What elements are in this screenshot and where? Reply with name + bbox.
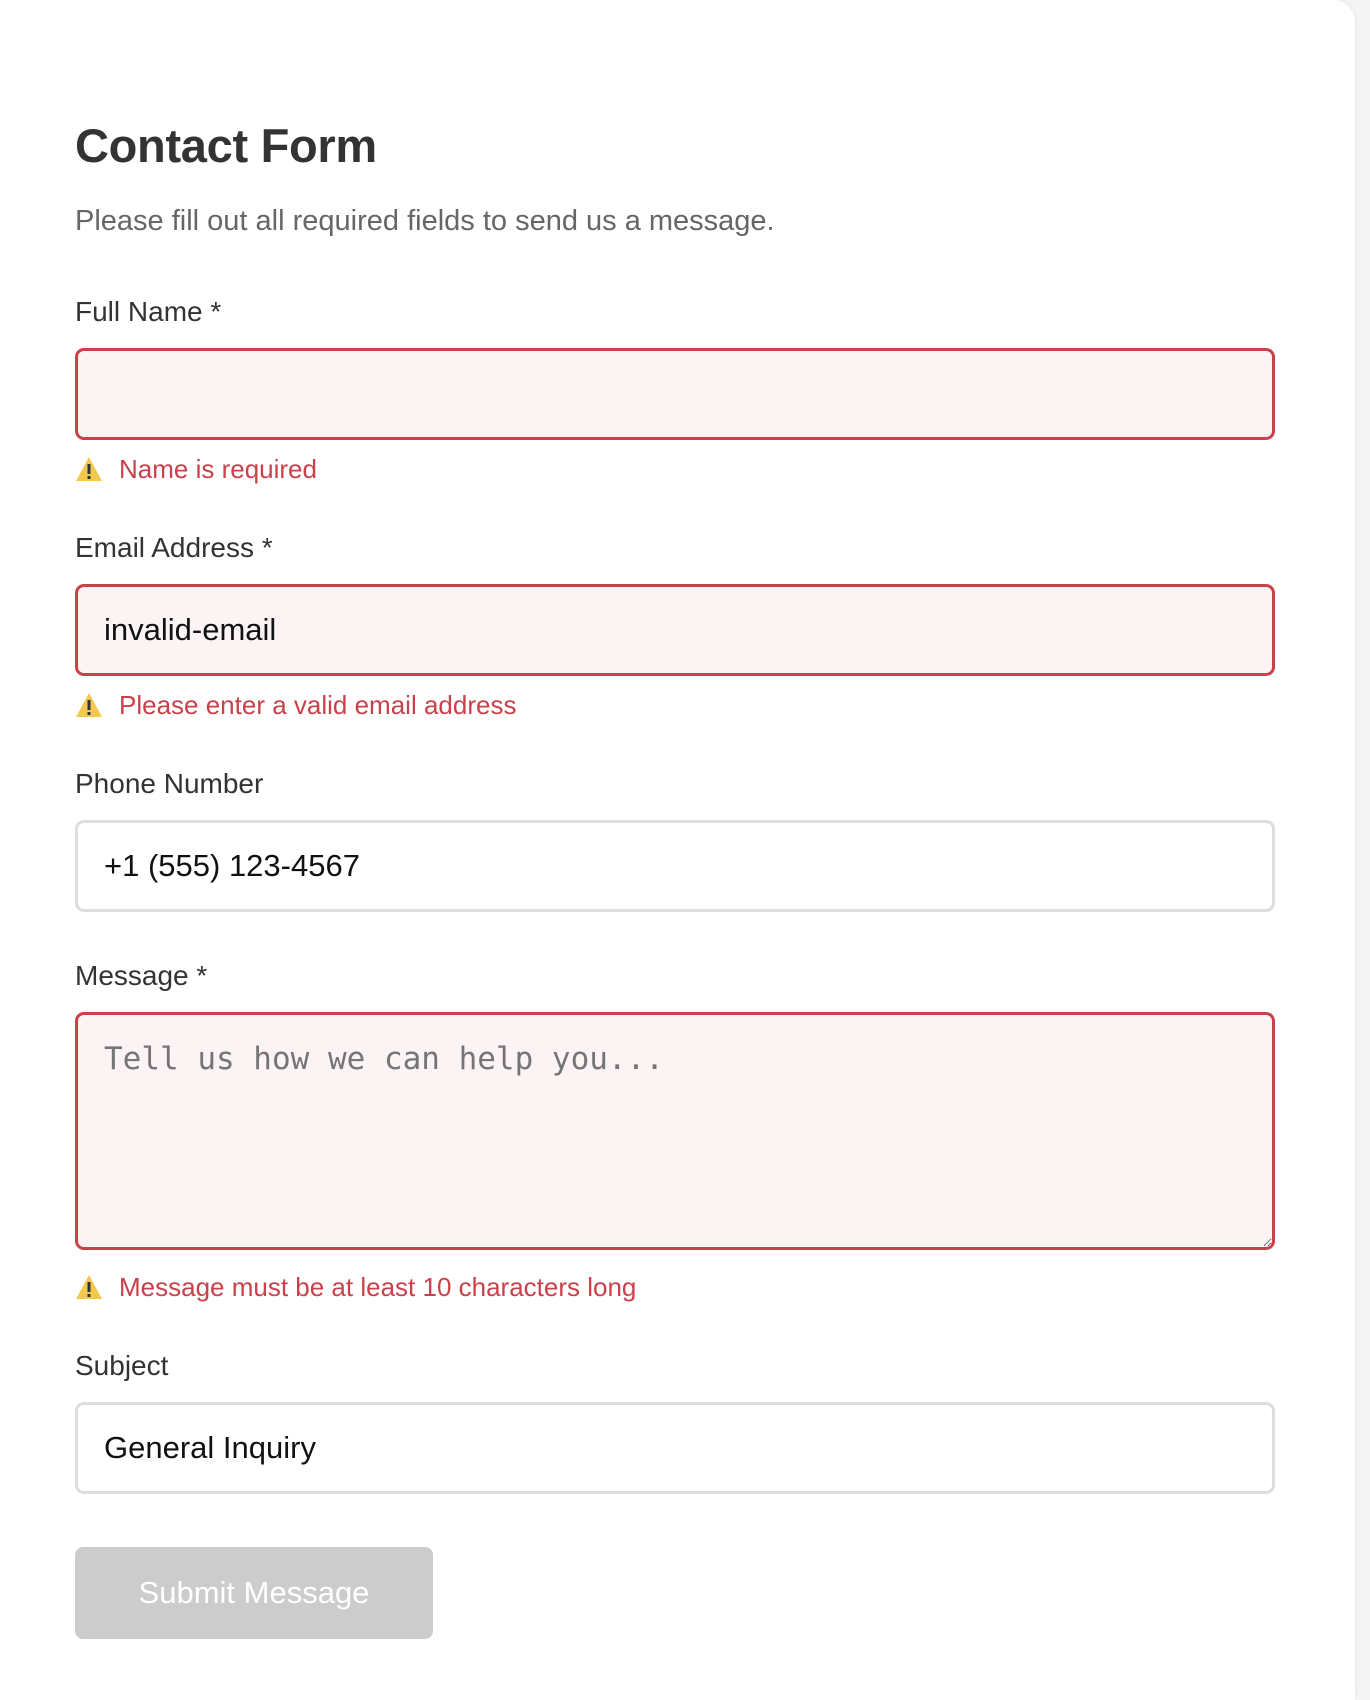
subject-label: Subject xyxy=(75,1350,169,1381)
message-textarea[interactable] xyxy=(75,1012,1275,1250)
email-error-text: Please enter a valid email address xyxy=(119,689,517,720)
phone-label: Phone Number xyxy=(75,768,264,799)
email-error: Please enter a valid email address xyxy=(75,687,516,723)
contact-form-card: Contact Form Please fill out all require… xyxy=(0,0,1355,1700)
message-error: Message must be at least 10 characters l… xyxy=(75,1269,636,1305)
message-error-text: Message must be at least 10 characters l… xyxy=(119,1271,637,1302)
full-name-input[interactable] xyxy=(75,348,1275,440)
warning-icon xyxy=(76,457,102,481)
full-name-error-text: Name is required xyxy=(119,453,317,484)
warning-icon xyxy=(76,1275,102,1299)
subject-input[interactable] xyxy=(75,1402,1275,1494)
full-name-label: Full Name * xyxy=(75,296,222,327)
full-name-error: Name is required xyxy=(75,451,317,487)
page-title: Contact Form xyxy=(75,119,377,172)
submit-message-button[interactable]: Submit Message xyxy=(75,1547,433,1639)
email-label: Email Address * xyxy=(75,532,273,563)
warning-icon xyxy=(76,693,102,717)
message-label: Message * xyxy=(75,960,208,991)
email-input[interactable] xyxy=(75,584,1275,676)
form-description: Please fill out all required fields to s… xyxy=(75,205,775,237)
phone-input[interactable] xyxy=(75,820,1275,912)
